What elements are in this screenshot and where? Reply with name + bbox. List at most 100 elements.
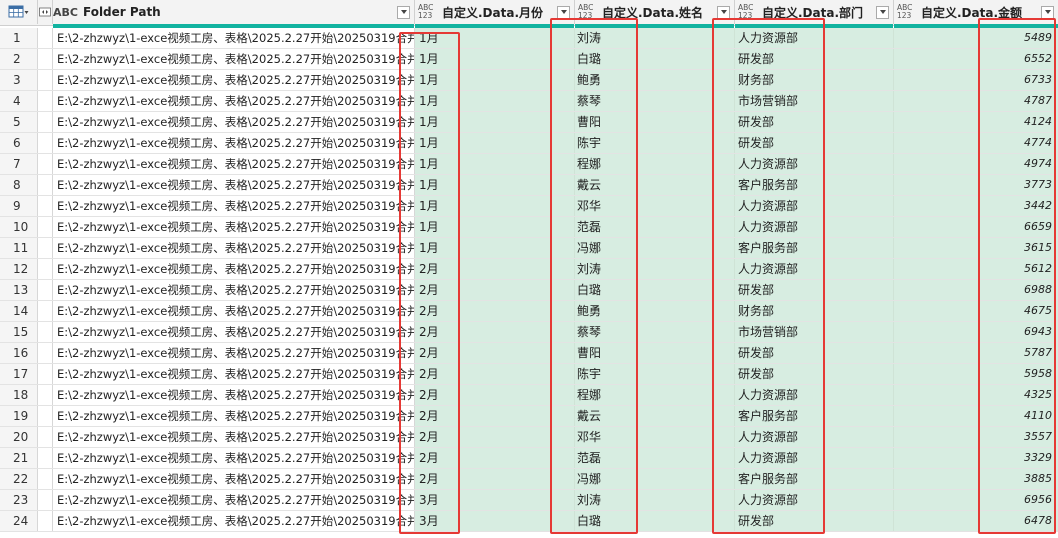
cell-folder-path[interactable]: E:\2-zhzwyz\1-exce视频工房、表格\2025.2.27开始\20… bbox=[53, 133, 415, 153]
table-row[interactable]: 11 E:\2-zhzwyz\1-exce视频工房、表格\2025.2.27开始\… bbox=[0, 238, 1058, 259]
highlight-box-name bbox=[550, 18, 638, 534]
cell-folder-path[interactable]: E:\2-zhzwyz\1-exce视频工房、表格\2025.2.27开始\20… bbox=[53, 91, 415, 111]
row-number[interactable]: 12 bbox=[0, 259, 38, 279]
expand-columns-icon bbox=[39, 7, 51, 17]
cell-folder-path[interactable]: E:\2-zhzwyz\1-exce视频工房、表格\2025.2.27开始\20… bbox=[53, 385, 415, 405]
row-gap-cell bbox=[38, 385, 53, 405]
table-row[interactable]: 22 E:\2-zhzwyz\1-exce视频工房、表格\2025.2.27开始\… bbox=[0, 469, 1058, 490]
cell-folder-path[interactable]: E:\2-zhzwyz\1-exce视频工房、表格\2025.2.27开始\20… bbox=[53, 469, 415, 489]
row-gap-cell bbox=[38, 322, 53, 342]
row-number[interactable]: 23 bbox=[0, 490, 38, 510]
row-number[interactable]: 9 bbox=[0, 196, 38, 216]
table-row[interactable]: 14 E:\2-zhzwyz\1-exce视频工房、表格\2025.2.27开始\… bbox=[0, 301, 1058, 322]
row-number[interactable]: 22 bbox=[0, 469, 38, 489]
cell-folder-path[interactable]: E:\2-zhzwyz\1-exce视频工房、表格\2025.2.27开始\20… bbox=[53, 70, 415, 90]
filter-dropdown-icon[interactable] bbox=[397, 5, 410, 19]
row-gap-cell bbox=[38, 406, 53, 426]
row-number[interactable]: 21 bbox=[0, 448, 38, 468]
column-header-folder-path[interactable]: ABC Folder Path bbox=[53, 0, 415, 24]
cell-folder-path[interactable]: E:\2-zhzwyz\1-exce视频工房、表格\2025.2.27开始\20… bbox=[53, 511, 415, 531]
table-row[interactable]: 18 E:\2-zhzwyz\1-exce视频工房、表格\2025.2.27开始\… bbox=[0, 385, 1058, 406]
row-gap-cell bbox=[38, 259, 53, 279]
cell-folder-path[interactable]: E:\2-zhzwyz\1-exce视频工房、表格\2025.2.27开始\20… bbox=[53, 490, 415, 510]
cell-folder-path[interactable]: E:\2-zhzwyz\1-exce视频工房、表格\2025.2.27开始\20… bbox=[53, 280, 415, 300]
cell-folder-path[interactable]: E:\2-zhzwyz\1-exce视频工房、表格\2025.2.27开始\20… bbox=[53, 154, 415, 174]
cell-folder-path[interactable]: E:\2-zhzwyz\1-exce视频工房、表格\2025.2.27开始\20… bbox=[53, 322, 415, 342]
row-number[interactable]: 14 bbox=[0, 301, 38, 321]
table-row[interactable]: 8 E:\2-zhzwyz\1-exce视频工房、表格\2025.2.27开始\2… bbox=[0, 175, 1058, 196]
column-title: Folder Path bbox=[82, 5, 161, 19]
table-row[interactable]: 23 E:\2-zhzwyz\1-exce视频工房、表格\2025.2.27开始\… bbox=[0, 490, 1058, 511]
cell-folder-path[interactable]: E:\2-zhzwyz\1-exce视频工房、表格\2025.2.27开始\20… bbox=[53, 175, 415, 195]
row-number[interactable]: 1 bbox=[0, 28, 38, 48]
row-number[interactable]: 5 bbox=[0, 112, 38, 132]
row-number[interactable]: 2 bbox=[0, 49, 38, 69]
row-number[interactable]: 11 bbox=[0, 238, 38, 258]
row-number[interactable]: 16 bbox=[0, 343, 38, 363]
highlight-box-month bbox=[399, 32, 460, 534]
row-number[interactable]: 20 bbox=[0, 427, 38, 447]
table-row[interactable]: 13 E:\2-zhzwyz\1-exce视频工房、表格\2025.2.27开始\… bbox=[0, 280, 1058, 301]
row-number[interactable]: 7 bbox=[0, 154, 38, 174]
row-gap-cell bbox=[38, 448, 53, 468]
table-row[interactable]: 6 E:\2-zhzwyz\1-exce视频工房、表格\2025.2.27开始\2… bbox=[0, 133, 1058, 154]
table-row[interactable]: 12 E:\2-zhzwyz\1-exce视频工房、表格\2025.2.27开始\… bbox=[0, 259, 1058, 280]
table-row[interactable]: 5 E:\2-zhzwyz\1-exce视频工房、表格\2025.2.27开始\2… bbox=[0, 112, 1058, 133]
row-number[interactable]: 24 bbox=[0, 511, 38, 531]
table-row[interactable]: 7 E:\2-zhzwyz\1-exce视频工房、表格\2025.2.27开始\2… bbox=[0, 154, 1058, 175]
row-number[interactable]: 13 bbox=[0, 280, 38, 300]
row-number[interactable]: 10 bbox=[0, 217, 38, 237]
cell-folder-path[interactable]: E:\2-zhzwyz\1-exce视频工房、表格\2025.2.27开始\20… bbox=[53, 406, 415, 426]
cell-folder-path[interactable]: E:\2-zhzwyz\1-exce视频工房、表格\2025.2.27开始\20… bbox=[53, 238, 415, 258]
table-row[interactable]: 3 E:\2-zhzwyz\1-exce视频工房、表格\2025.2.27开始\2… bbox=[0, 70, 1058, 91]
cell-folder-path[interactable]: E:\2-zhzwyz\1-exce视频工房、表格\2025.2.27开始\20… bbox=[53, 49, 415, 69]
cell-folder-path[interactable]: E:\2-zhzwyz\1-exce视频工房、表格\2025.2.27开始\20… bbox=[53, 427, 415, 447]
table-row[interactable]: 4 E:\2-zhzwyz\1-exce视频工房、表格\2025.2.27开始\2… bbox=[0, 91, 1058, 112]
any-type-icon: ABC 123 bbox=[418, 3, 434, 20]
table-row[interactable]: 10 E:\2-zhzwyz\1-exce视频工房、表格\2025.2.27开始\… bbox=[0, 217, 1058, 238]
filter-dropdown-icon[interactable] bbox=[557, 5, 570, 19]
row-gap-cell bbox=[38, 154, 53, 174]
row-number[interactable]: 6 bbox=[0, 133, 38, 153]
row-number[interactable]: 3 bbox=[0, 70, 38, 90]
cell-folder-path[interactable]: E:\2-zhzwyz\1-exce视频工房、表格\2025.2.27开始\20… bbox=[53, 301, 415, 321]
cell-folder-path[interactable]: E:\2-zhzwyz\1-exce视频工房、表格\2025.2.27开始\20… bbox=[53, 448, 415, 468]
column-title: 自定义.Data.月份 bbox=[442, 5, 544, 20]
cell-folder-path[interactable]: E:\2-zhzwyz\1-exce视频工房、表格\2025.2.27开始\20… bbox=[53, 217, 415, 237]
row-gap-cell bbox=[38, 511, 53, 531]
filter-dropdown-icon[interactable] bbox=[876, 5, 889, 19]
highlight-box-amount bbox=[978, 18, 1056, 534]
cell-folder-path[interactable]: E:\2-zhzwyz\1-exce视频工房、表格\2025.2.27开始\20… bbox=[53, 196, 415, 216]
table-row[interactable]: 1 E:\2-zhzwyz\1-exce视频工房、表格\2025.2.27开始\2… bbox=[0, 28, 1058, 49]
table-menu-button[interactable] bbox=[0, 0, 38, 24]
cell-folder-path[interactable]: E:\2-zhzwyz\1-exce视频工房、表格\2025.2.27开始\20… bbox=[53, 364, 415, 384]
any-type-icon: ABC 123 bbox=[897, 3, 913, 20]
table-row[interactable]: 19 E:\2-zhzwyz\1-exce视频工房、表格\2025.2.27开始\… bbox=[0, 406, 1058, 427]
table-row[interactable]: 24 E:\2-zhzwyz\1-exce视频工房、表格\2025.2.27开始\… bbox=[0, 511, 1058, 532]
row-gap-cell bbox=[38, 469, 53, 489]
table-row[interactable]: 9 E:\2-zhzwyz\1-exce视频工房、表格\2025.2.27开始\2… bbox=[0, 196, 1058, 217]
row-number[interactable]: 4 bbox=[0, 91, 38, 111]
cell-folder-path[interactable]: E:\2-zhzwyz\1-exce视频工房、表格\2025.2.27开始\20… bbox=[53, 28, 415, 48]
row-number[interactable]: 18 bbox=[0, 385, 38, 405]
table-row[interactable]: 20 E:\2-zhzwyz\1-exce视频工房、表格\2025.2.27开始\… bbox=[0, 427, 1058, 448]
table-row[interactable]: 21 E:\2-zhzwyz\1-exce视频工房、表格\2025.2.27开始\… bbox=[0, 448, 1058, 469]
cell-folder-path[interactable]: E:\2-zhzwyz\1-exce视频工房、表格\2025.2.27开始\20… bbox=[53, 112, 415, 132]
row-number[interactable]: 15 bbox=[0, 322, 38, 342]
table-row[interactable]: 16 E:\2-zhzwyz\1-exce视频工房、表格\2025.2.27开始\… bbox=[0, 343, 1058, 364]
filter-dropdown-icon[interactable] bbox=[1041, 5, 1054, 19]
row-number[interactable]: 17 bbox=[0, 364, 38, 384]
cell-folder-path[interactable]: E:\2-zhzwyz\1-exce视频工房、表格\2025.2.27开始\20… bbox=[53, 343, 415, 363]
filter-dropdown-icon[interactable] bbox=[717, 5, 730, 19]
row-number[interactable]: 19 bbox=[0, 406, 38, 426]
table-icon bbox=[8, 5, 28, 18]
column-expand-button[interactable] bbox=[38, 0, 53, 24]
row-number[interactable]: 8 bbox=[0, 175, 38, 195]
row-gap-cell bbox=[38, 490, 53, 510]
table-row[interactable]: 2 E:\2-zhzwyz\1-exce视频工房、表格\2025.2.27开始\2… bbox=[0, 49, 1058, 70]
table-row[interactable]: 17 E:\2-zhzwyz\1-exce视频工房、表格\2025.2.27开始\… bbox=[0, 364, 1058, 385]
row-gap-cell bbox=[38, 70, 53, 90]
column-header-row: ABC Folder Path ABC 123 自定义.Data.月份 ABC 12… bbox=[0, 0, 1058, 26]
cell-folder-path[interactable]: E:\2-zhzwyz\1-exce视频工房、表格\2025.2.27开始\20… bbox=[53, 259, 415, 279]
table-row[interactable]: 15 E:\2-zhzwyz\1-exce视频工房、表格\2025.2.27开始\… bbox=[0, 322, 1058, 343]
